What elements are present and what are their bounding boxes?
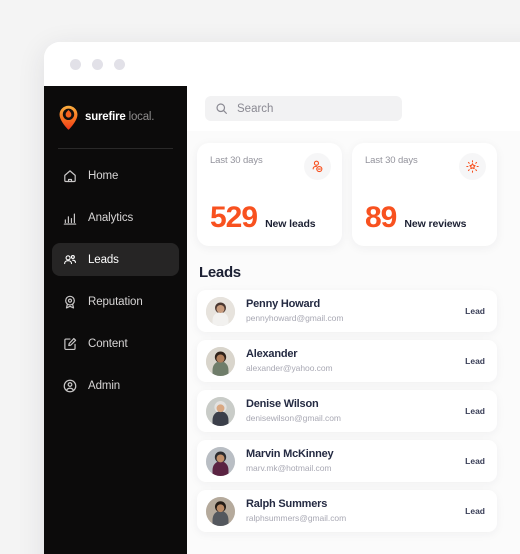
lead-info: Alexander alexander@yahoo.com (246, 348, 465, 374)
sidebar-item-label: Reputation (88, 295, 143, 308)
search-input[interactable] (237, 102, 392, 115)
lead-name: Ralph Summers (246, 498, 328, 511)
page-title: Leads (199, 264, 241, 281)
bar-chart-icon (63, 213, 77, 225)
stat-card-group: Last 30 days 529 New leads Last 30 days … (197, 143, 520, 246)
avatar (206, 296, 235, 326)
brand-name: surefire (85, 111, 126, 123)
lead-info: Marvin McKinney marv.mk@hotmail.com (246, 448, 465, 474)
list-item[interactable]: Marvin McKinney marv.mk@hotmail.com Lead (197, 440, 497, 482)
browser-window: surefire local. Home Analytics Leads Rep… (44, 42, 520, 554)
app-shell: surefire local. Home Analytics Leads Rep… (44, 86, 520, 554)
top-bar (187, 86, 520, 131)
sidebar: surefire local. Home Analytics Leads Rep… (44, 86, 187, 554)
users-group-icon (64, 254, 76, 264)
sidebar-item-label: Leads (88, 253, 119, 266)
stat-card-icon-badge (304, 153, 331, 180)
lead-email: alexander@yahoo.com (246, 362, 333, 373)
lead-name: Denise Wilson (246, 398, 319, 411)
brand-text: surefire local. (85, 111, 154, 123)
avatar-photo (206, 446, 235, 476)
content-area: Last 30 days 529 New leads Last 30 days … (187, 131, 520, 532)
stat-card-new-reviews[interactable]: Last 30 days 89 New reviews (352, 143, 497, 246)
user-circle-icon (63, 379, 77, 392)
home-icon (64, 169, 76, 182)
lead-info: Ralph Summers ralphsummers@gmail.com (246, 498, 465, 524)
sidebar-item-home[interactable]: Home (52, 159, 179, 192)
lead-name: Marvin McKinney (246, 448, 334, 461)
flame-pin-logo-icon (59, 105, 78, 130)
avatar (206, 396, 235, 426)
avatar (206, 446, 235, 476)
brand-suffix: local. (128, 111, 155, 123)
status-badge: Lead (465, 356, 485, 366)
status-badge: Lead (465, 456, 485, 466)
sidebar-divider (58, 148, 173, 149)
sidebar-item-leads[interactable]: Leads (52, 243, 179, 276)
sidebar-item-label: Home (88, 169, 119, 182)
list-item[interactable]: Alexander alexander@yahoo.com Lead (197, 340, 497, 382)
list-item[interactable]: Penny Howard pennyhoward@gmail.com Lead (197, 290, 497, 332)
note-edit-icon (64, 337, 77, 350)
sidebar-item-admin[interactable]: Admin (52, 369, 179, 402)
lead-email: marv.mk@hotmail.com (246, 462, 332, 473)
brand-logo[interactable]: surefire local. (44, 100, 187, 134)
badge-star-icon (65, 295, 75, 309)
window-titlebar (44, 42, 520, 86)
avatar-photo (206, 496, 235, 526)
stat-card-value: 529 (210, 201, 258, 234)
search-icon (216, 103, 227, 114)
lead-info: Denise Wilson denisewilson@gmail.com (246, 398, 465, 424)
avatar-photo (206, 396, 235, 426)
stat-card-value: 89 (365, 201, 397, 234)
window-minimize-dot[interactable] (92, 58, 103, 70)
window-close-dot[interactable] (70, 58, 81, 70)
status-badge: Lead (465, 306, 485, 316)
sidebar-item-label: Analytics (88, 211, 134, 224)
lead-name: Penny Howard (246, 298, 321, 311)
list-item[interactable]: Ralph Summers ralphsummers@gmail.com Lea… (197, 490, 497, 532)
stat-card-value-row: 529 New leads (210, 203, 316, 233)
avatar (206, 346, 235, 376)
lead-info: Penny Howard pennyhoward@gmail.com (246, 298, 465, 324)
lead-name: Alexander (246, 348, 298, 361)
avatar-photo (206, 296, 235, 326)
sidebar-item-label: Content (88, 337, 128, 350)
sidebar-item-reputation[interactable]: Reputation (52, 285, 179, 318)
screenshot-stage: surefire local. Home Analytics Leads Rep… (0, 0, 520, 554)
leads-list: Penny Howard pennyhoward@gmail.com Lead (197, 290, 520, 532)
sidebar-item-content[interactable]: Content (52, 327, 179, 360)
stat-card-icon-badge (459, 153, 486, 180)
avatar-photo (206, 346, 235, 376)
lead-email: ralphsummers@gmail.com (246, 512, 347, 523)
sidebar-item-label: Admin (88, 379, 121, 392)
user-leads-icon (312, 160, 323, 173)
lead-email: pennyhoward@gmail.com (246, 312, 344, 323)
search-bar[interactable] (205, 96, 402, 121)
list-item[interactable]: Denise Wilson denisewilson@gmail.com Lea… (197, 390, 497, 432)
sidebar-item-analytics[interactable]: Analytics (52, 201, 179, 234)
main-content: Last 30 days 529 (187, 86, 520, 554)
avatar (206, 496, 235, 526)
status-badge: Lead (465, 506, 485, 516)
stat-card-label: New leads (265, 218, 316, 230)
stat-card-value-row: 89 New reviews (365, 203, 466, 233)
lead-email: denisewilson@gmail.com (246, 412, 341, 423)
stat-card-new-leads[interactable]: Last 30 days 529 New leads (197, 143, 342, 246)
sparkle-star-icon (466, 160, 479, 173)
status-badge: Lead (465, 406, 485, 416)
window-maximize-dot[interactable] (114, 58, 125, 70)
stat-card-label: New reviews (404, 218, 467, 230)
sidebar-nav: Home Analytics Leads Reputation Content … (44, 159, 187, 402)
